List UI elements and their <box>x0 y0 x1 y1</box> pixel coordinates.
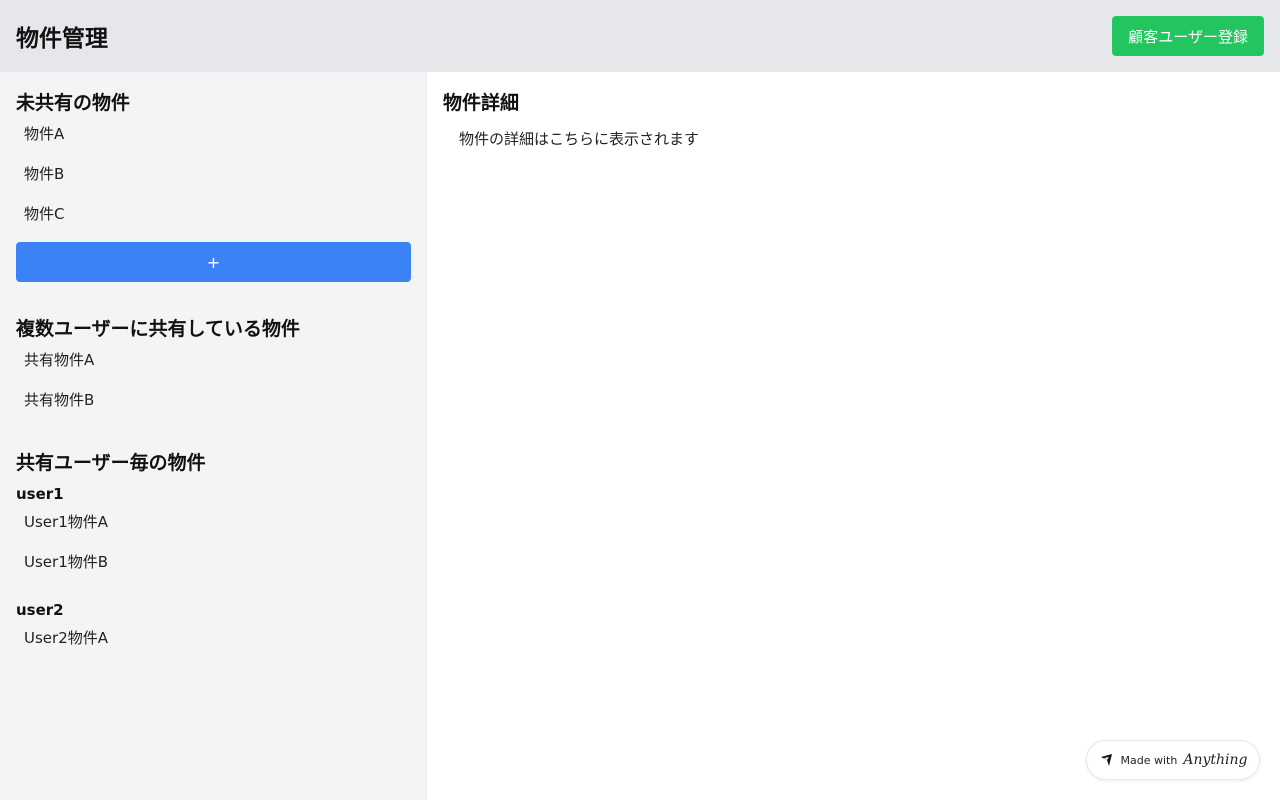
detail-title: 物件詳細 <box>443 92 520 114</box>
made-with-badge[interactable]: Made with Anything <box>1086 740 1260 780</box>
app-header: 物件管理 顧客ユーザー登録 <box>0 0 1280 72</box>
list-item-user1-b[interactable]: User1物件B <box>16 546 410 586</box>
badge-brand: Anything <box>1183 752 1248 768</box>
add-property-button[interactable]: + <box>16 242 411 282</box>
list-item-user2-a[interactable]: User2物件A <box>16 622 410 662</box>
user-group-title-user2: user2 <box>16 601 64 619</box>
page-title: 物件管理 <box>16 26 108 52</box>
list-item-shared-a[interactable]: 共有物件A <box>16 344 410 384</box>
per-user-section-title: 共有ユーザー毎の物件 <box>16 452 206 474</box>
shared-multi-section-title: 複数ユーザーに共有している物件 <box>16 318 301 340</box>
anything-logo-icon <box>1099 752 1115 768</box>
list-item-property-c[interactable]: 物件C <box>16 198 410 238</box>
list-item-property-a[interactable]: 物件A <box>16 118 410 158</box>
list-item-user1-a[interactable]: User1物件A <box>16 506 410 546</box>
detail-placeholder: 物件の詳細はこちらに表示されます <box>459 130 700 148</box>
unshared-section-title: 未共有の物件 <box>16 92 131 114</box>
user-group-title-user1: user1 <box>16 485 64 503</box>
list-item-shared-b[interactable]: 共有物件B <box>16 384 410 424</box>
register-customer-button[interactable]: 顧客ユーザー登録 <box>1112 16 1264 56</box>
list-item-property-b[interactable]: 物件B <box>16 158 410 198</box>
badge-prefix: Made with <box>1120 753 1178 767</box>
sidebar: 未共有の物件 物件A 物件B 物件C + 複数ユーザーに共有している物件 共有物… <box>0 72 427 800</box>
detail-panel: 物件詳細 物件の詳細はこちらに表示されます <box>427 72 1280 800</box>
